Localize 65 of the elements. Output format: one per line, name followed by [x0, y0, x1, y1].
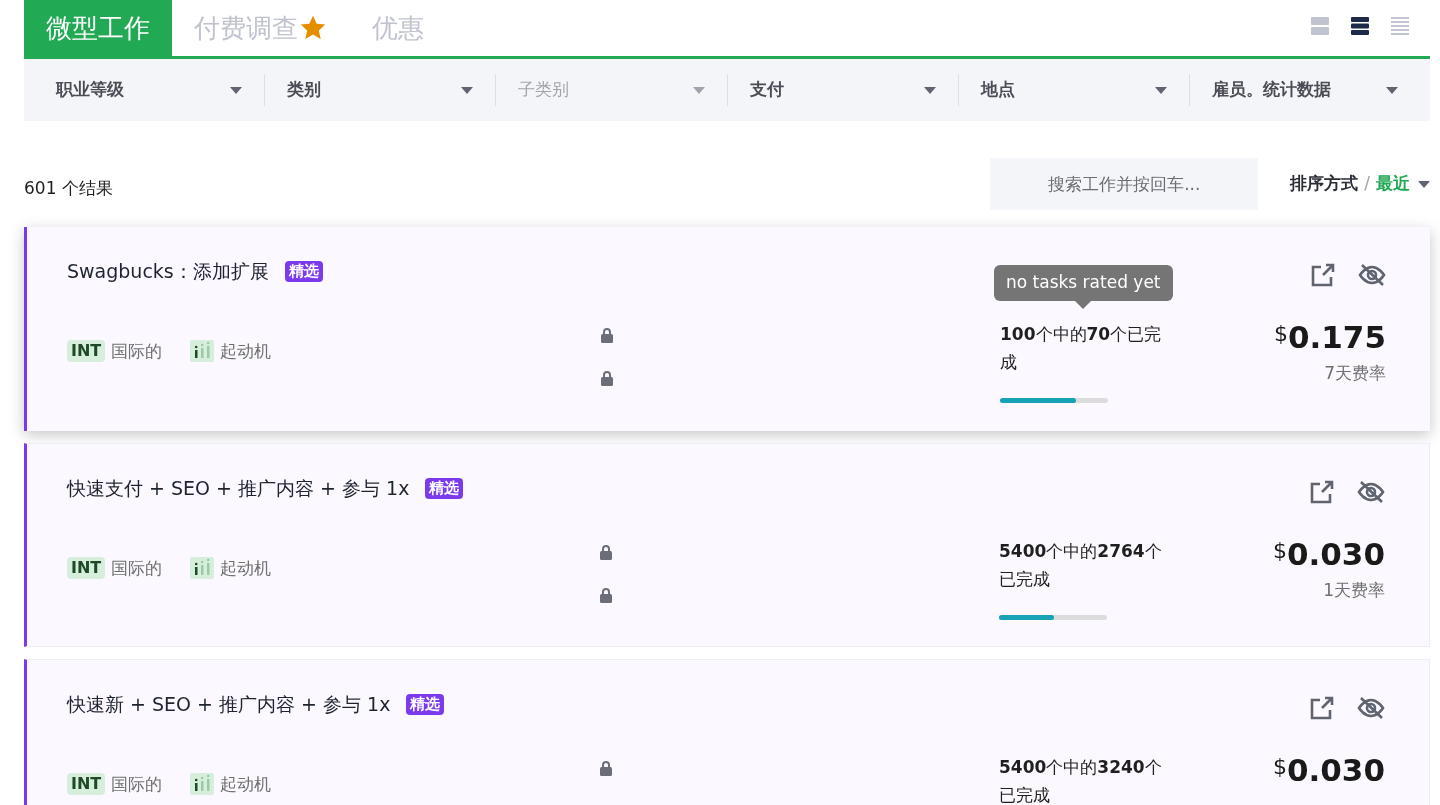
- job-card[interactable]: 快速支付 + SEO + 推广内容 + 参与 1x 精选 INT 国际的 起动机 5400个中的2764个已完成 $0.030 1天费率: [24, 443, 1430, 647]
- featured-label: 精选: [284, 260, 323, 282]
- level-bars-icon: [190, 773, 215, 796]
- results-count: 601 个结果: [24, 177, 113, 201]
- caret-icon: [1386, 86, 1399, 94]
- rate-period: 7天费率: [1324, 362, 1386, 385]
- tooltip-pointer: [1075, 300, 1092, 309]
- progress-text: 100个中的70个已完成: [1000, 323, 1163, 374]
- job-title[interactable]: 快速新 + SEO + 推广内容 + 参与 1x: [67, 690, 391, 719]
- eye-off-icon[interactable]: [1358, 263, 1386, 287]
- caret-icon: [692, 86, 705, 94]
- tag-code: INT: [67, 557, 106, 580]
- filter-dropdown[interactable]: 地点: [958, 77, 1189, 103]
- caret-icon: [461, 86, 474, 94]
- progress-text: 5400个中的3240个已完成: [999, 756, 1163, 805]
- filter-dropdown[interactable]: 雇员。统计数据: [1189, 77, 1421, 103]
- lock-icon: [599, 544, 613, 560]
- job-card[interactable]: 快速新 + SEO + 推广内容 + 参与 1x 精选 INT 国际的 起动机 5400个中的3240个已完成 $0.030: [24, 659, 1430, 805]
- tag-label: 国际的: [111, 772, 163, 796]
- price: 0.175: [1287, 318, 1386, 357]
- lock-icon: [600, 370, 614, 386]
- search-field[interactable]: 搜索工作并按回车...: [990, 158, 1259, 210]
- featured-label: 精选: [425, 477, 464, 499]
- external-link-icon[interactable]: [1309, 480, 1335, 504]
- eye-off-icon[interactable]: [1357, 480, 1385, 504]
- level-bars-icon: [190, 340, 215, 363]
- tooltip: no tasks rated yet: [994, 265, 1173, 301]
- job-title[interactable]: Swagbucks：添加扩展: [67, 257, 269, 286]
- price: 0.030: [1286, 535, 1385, 574]
- caret-icon: [230, 86, 243, 94]
- caret-icon: [1418, 180, 1430, 188]
- currency-sign: $: [1273, 320, 1288, 348]
- external-link-icon[interactable]: [1310, 263, 1336, 287]
- tag-label: 起动机: [220, 772, 272, 796]
- eye-off-icon[interactable]: [1357, 696, 1385, 720]
- rate-period: 1天费率: [1323, 579, 1385, 602]
- tag-label: 起动机: [220, 556, 272, 580]
- currency-sign: $: [1272, 537, 1287, 565]
- featured-label: 精选: [406, 693, 445, 715]
- tag-code: INT: [67, 773, 106, 796]
- filter-dropdown[interactable]: 支付: [727, 77, 958, 103]
- rows-icon: [1310, 16, 1330, 36]
- caret-icon: [923, 86, 936, 94]
- filter-dropdown[interactable]: 类别: [265, 77, 496, 103]
- level-bars-icon: [190, 557, 215, 580]
- external-link-icon[interactable]: [1309, 696, 1335, 720]
- sort-label: 排序方式: [1290, 172, 1359, 196]
- tag-code: INT: [67, 340, 106, 363]
- progress-text: 5400个中的2764个已完成: [999, 540, 1163, 591]
- view-mode-button[interactable]: [1350, 16, 1370, 36]
- list-icon: [1390, 16, 1410, 36]
- currency-sign: $: [1272, 753, 1287, 781]
- lock-icon: [599, 760, 613, 776]
- rows-icon: [1350, 16, 1370, 36]
- lock-icon: [600, 327, 614, 343]
- lock-icon: [599, 587, 613, 603]
- job-card[interactable]: Swagbucks：添加扩展 精选 INT 国际的 起动机 no tasks rated yet 100个中的70个已完成 $0.175 7天费率: [24, 227, 1430, 431]
- sort-separator: /: [1364, 172, 1370, 196]
- caret-icon: [1154, 86, 1167, 94]
- job-title[interactable]: 快速支付 + SEO + 推广内容 + 参与 1x: [67, 474, 410, 503]
- filter-dropdown[interactable]: 职业等级: [34, 77, 265, 103]
- tag-label: 国际的: [111, 556, 163, 580]
- tag-label: 国际的: [111, 339, 163, 363]
- price: 0.030: [1286, 751, 1385, 790]
- tag-label: 起动机: [220, 339, 272, 363]
